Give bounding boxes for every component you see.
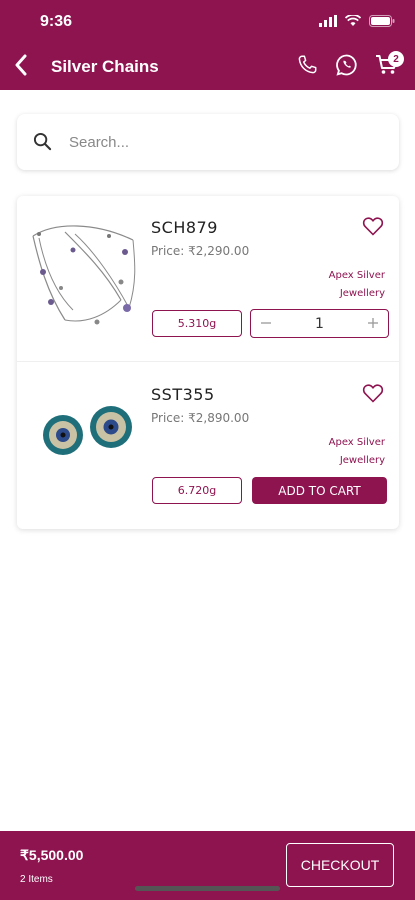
phone-icon	[296, 54, 318, 81]
signal-icon	[319, 14, 337, 32]
whatsapp-button[interactable]	[333, 53, 361, 81]
favorite-button[interactable]	[361, 214, 385, 238]
back-button[interactable]	[6, 52, 36, 82]
search-icon	[33, 132, 52, 156]
minus-icon	[261, 315, 271, 333]
cart-item-count: 2 Items	[20, 874, 53, 885]
add-to-cart-button[interactable]: ADD TO CART	[252, 477, 387, 504]
increment-button[interactable]	[358, 310, 388, 337]
back-arrow-icon	[14, 54, 28, 81]
status-bar: 9:36	[0, 0, 415, 44]
weight-badge: 6.720g	[152, 477, 242, 504]
page-title: Silver Chains	[51, 57, 159, 76]
quantity-value: 1	[315, 315, 324, 332]
product-list: SCH879 Price: ₹2,290.00 Apex Silver Jewe…	[17, 196, 399, 529]
app-header: Silver Chains 2	[0, 44, 415, 90]
brand-name: Apex Silver Jewellery	[265, 267, 385, 303]
favorite-button[interactable]	[361, 381, 385, 405]
weight-badge: 5.310g	[152, 310, 242, 337]
checkout-button[interactable]: CHECKOUT	[286, 843, 394, 887]
product-image-earrings[interactable]	[25, 379, 145, 499]
wifi-icon	[344, 14, 362, 32]
cart-total: ₹5,500.00	[20, 847, 84, 863]
cart-button[interactable]: 2	[373, 51, 404, 81]
cart-count-badge: 2	[388, 51, 404, 67]
heart-icon	[361, 384, 385, 409]
status-icons	[319, 14, 395, 32]
search-bar	[17, 114, 399, 170]
quantity-stepper: 1	[250, 309, 389, 338]
call-button[interactable]	[293, 53, 321, 81]
product-image-chain[interactable]	[25, 212, 145, 332]
product-code[interactable]: SST355	[151, 385, 215, 404]
battery-icon	[369, 14, 395, 32]
brand-name: Apex Silver Jewellery	[265, 434, 385, 470]
header-actions: 2	[293, 51, 404, 81]
heart-icon	[361, 217, 385, 242]
brand-line-2: Jewellery	[339, 455, 385, 466]
search-input[interactable]	[69, 124, 369, 160]
brand-line-1: Apex Silver	[328, 437, 385, 448]
product-price: Price: ₹2,290.00	[151, 244, 250, 258]
product-item[interactable]: SST355 Price: ₹2,890.00 Apex Silver Jewe…	[17, 363, 399, 529]
whatsapp-icon	[335, 53, 359, 82]
plus-icon	[367, 315, 378, 333]
product-code[interactable]: SCH879	[151, 218, 218, 237]
home-indicator[interactable]	[135, 886, 280, 891]
decrement-button[interactable]	[251, 310, 281, 337]
product-item[interactable]: SCH879 Price: ₹2,290.00 Apex Silver Jewe…	[17, 196, 399, 362]
status-time: 9:36	[40, 13, 73, 30]
brand-line-1: Apex Silver	[328, 270, 385, 281]
product-price: Price: ₹2,890.00	[151, 411, 250, 425]
brand-line-2: Jewellery	[339, 288, 385, 299]
